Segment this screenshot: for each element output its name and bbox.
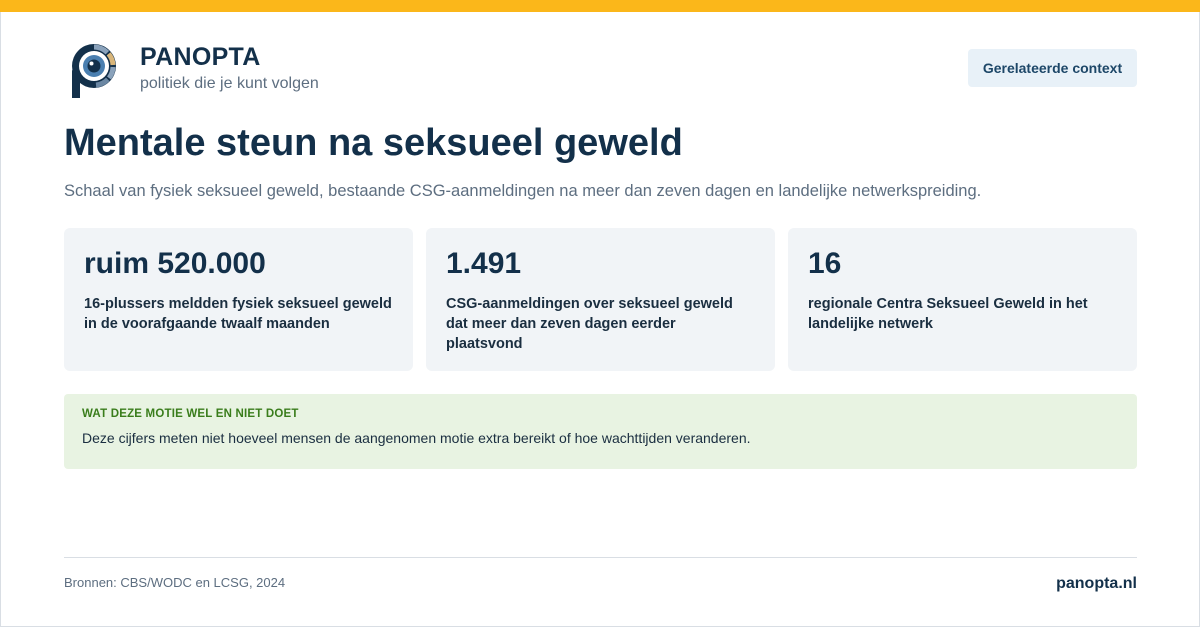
page-title: Mentale steun na seksueel geweld — [64, 122, 683, 164]
stat-card: 16 regionale Centra Seksueel Geweld in h… — [788, 228, 1137, 371]
stat-value: ruim 520.000 — [84, 247, 266, 280]
motion-note-box: WAT DEZE MOTIE WEL EN NIET DOET Deze cij… — [64, 394, 1137, 469]
site-link[interactable]: panopta.nl — [1056, 575, 1137, 593]
related-context-button[interactable]: Gerelateerde context — [968, 49, 1137, 87]
brand-tagline: politiek die je kunt volgen — [140, 75, 319, 92]
stat-label: regionale Centra Seksueel Geweld in het … — [808, 296, 1088, 332]
stat-value: 16 — [808, 247, 842, 280]
footer-divider — [64, 557, 1137, 558]
stat-label: 16-plussers meldden fysiek seksueel gewe… — [84, 296, 392, 332]
page-subtitle: Schaal van fysiek seksueel geweld, besta… — [64, 182, 982, 200]
panopta-eye-logo — [72, 44, 116, 98]
accent-top-bar — [0, 0, 1200, 12]
note-text: Deze cijfers meten niet hoeveel mensen d… — [82, 430, 751, 446]
sources-text: Bronnen: CBS/WODC en LCSG, 2024 — [64, 575, 286, 590]
stat-card: ruim 520.000 16-plussers meldden fysiek … — [64, 228, 413, 371]
stat-card: 1.491 CSG-aanmeldingen over seksueel gew… — [426, 228, 775, 371]
stats-row: ruim 520.000 16-plussers meldden fysiek … — [64, 228, 1137, 371]
brand-name: PANOPTA — [140, 43, 261, 71]
note-heading: WAT DEZE MOTIE WEL EN NIET DOET — [82, 408, 299, 420]
stat-value: 1.491 — [446, 247, 522, 280]
stat-label: CSG-aanmeldingen over seksueel geweld da… — [446, 296, 733, 352]
